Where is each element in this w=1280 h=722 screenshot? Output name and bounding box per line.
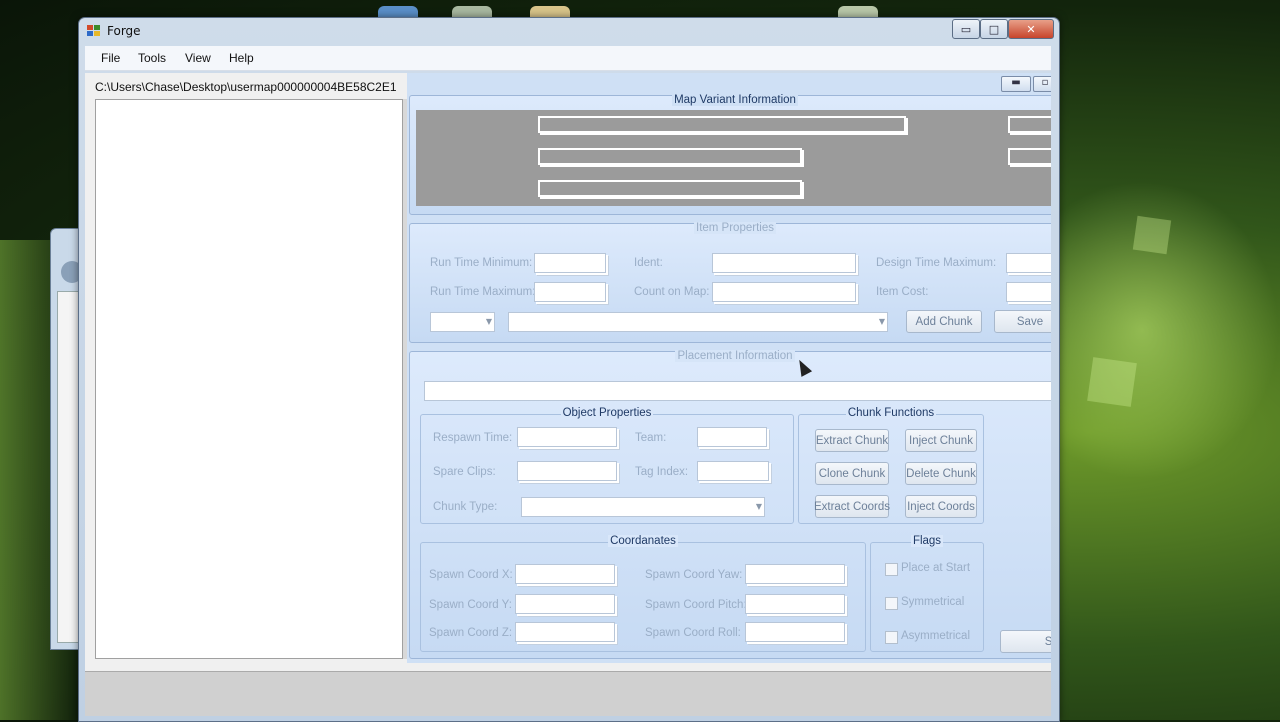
flags-group: Flags Place at Start Symmetrical Asymmet… (870, 535, 984, 652)
chunk-functions-title: Chunk Functions (845, 407, 937, 419)
tag-index-input[interactable] (697, 461, 769, 481)
spare-clips-label: Spare Clips: (433, 466, 496, 478)
flags-title: Flags (910, 535, 944, 547)
map-variant-panel: Map Variant Information (409, 94, 1051, 215)
run-time-max-input[interactable] (534, 282, 606, 302)
item-cost-input[interactable] (1006, 282, 1051, 302)
object-properties-group: Object Properties Respawn Time: Team: Sp… (420, 407, 794, 524)
placement-save-button[interactable]: Save (1000, 630, 1051, 653)
item-cost-label: Item Cost: (876, 286, 929, 298)
coordinates-group: Coordanates Spawn Coord X: Spawn Coord Y… (420, 535, 866, 652)
asymmetrical-label: Asymmetrical (901, 630, 971, 642)
chunk-select-dropdown[interactable]: ▼ (508, 312, 888, 332)
design-time-max-label: Design Time Maximum: (876, 257, 997, 269)
close-button[interactable]: ✕ (1008, 19, 1054, 39)
inject-coords-button[interactable]: Inject Coords (905, 495, 977, 518)
forge-window: Forge ▭ □ ✕ File Tools View Help C:\User… (78, 17, 1060, 722)
team-input[interactable] (697, 427, 767, 447)
map-field-right-1[interactable] (1008, 116, 1051, 133)
item-save-button[interactable]: Save (994, 310, 1051, 333)
placement-name-input[interactable] (424, 381, 1051, 401)
mdi-child-window: ▬ ▫ Map Variant Information Item Propert… (407, 73, 1051, 663)
file-path: C:\Users\Chase\Desktop\usermap000000004B… (95, 80, 397, 94)
status-bar (85, 671, 1051, 716)
team-label: Team: (635, 432, 667, 444)
spawn-pitch-label: Spawn Coord Pitch: (645, 599, 747, 611)
add-chunk-button[interactable]: Add Chunk (906, 310, 982, 333)
spawn-yaw-label: Spawn Coord Yaw: (645, 569, 743, 581)
run-time-min-label: Run Time Minimum: (430, 257, 533, 269)
menu-bar: File Tools View Help (85, 46, 1051, 71)
count-on-map-label: Count on Map: (634, 286, 710, 298)
client-area: C:\Users\Chase\Desktop\usermap000000004B… (85, 73, 1051, 716)
spawn-roll-label: Spawn Coord Roll: (645, 627, 741, 639)
item-properties-panel: Item Properties Run Time Minimum: Ident:… (409, 222, 1051, 343)
spawn-pitch-input[interactable] (745, 594, 845, 614)
window-title: Forge (107, 24, 141, 38)
spawn-yaw-input[interactable] (745, 564, 845, 584)
chunk-tree-view[interactable] (95, 99, 403, 659)
desktop-decor (1087, 357, 1137, 407)
desktop-decor (1132, 215, 1172, 255)
respawn-time-input[interactable] (517, 427, 617, 447)
symmetrical-checkbox[interactable] (885, 597, 898, 610)
menu-help[interactable]: Help (229, 51, 254, 65)
chunk-type-label: Chunk Type: (433, 501, 498, 513)
spawn-z-input[interactable] (515, 622, 615, 642)
design-time-max-input[interactable] (1006, 253, 1051, 273)
delete-chunk-button[interactable]: Delete Chunk (905, 462, 977, 485)
close-icon: ✕ (1026, 22, 1036, 36)
object-properties-title: Object Properties (560, 407, 654, 419)
extract-chunk-button[interactable]: Extract Chunk (815, 429, 889, 452)
count-on-map-input[interactable] (712, 282, 856, 302)
minimize-icon: ▭ (960, 22, 972, 36)
map-description-field[interactable] (538, 148, 802, 165)
map-field-right-2[interactable] (1008, 148, 1051, 165)
spawn-x-label: Spawn Coord X: (429, 569, 513, 581)
app-icon (87, 25, 100, 37)
mdi-minimize-button[interactable]: ▬ (1001, 76, 1031, 92)
placement-information-title: Placement Information (675, 350, 795, 362)
menu-view[interactable]: View (185, 51, 211, 65)
placement-information-panel: Placement Information Object Properties … (409, 350, 1051, 659)
spare-clips-input[interactable] (517, 461, 617, 481)
chunk-functions-group: Chunk Functions Extract Chunk Inject Chu… (798, 407, 984, 524)
map-variant-title: Map Variant Information (672, 94, 798, 106)
chunk-index-dropdown[interactable]: ▼ (430, 312, 495, 332)
ident-input[interactable] (712, 253, 856, 273)
map-author-field[interactable] (538, 180, 802, 197)
dropdown-arrow-icon: ▼ (755, 502, 762, 511)
ident-label: Ident: (634, 257, 663, 269)
inject-chunk-button[interactable]: Inject Chunk (905, 429, 977, 452)
spawn-y-input[interactable] (515, 594, 615, 614)
spawn-y-label: Spawn Coord Y: (429, 599, 512, 611)
map-name-field[interactable] (538, 116, 906, 133)
minimize-button[interactable]: ▭ (952, 19, 980, 39)
extract-coords-button[interactable]: Extract Coords (814, 495, 890, 518)
spawn-x-input[interactable] (515, 564, 615, 584)
run-time-max-label: Run Time Maximum: (430, 286, 536, 298)
maximize-button[interactable]: □ (980, 19, 1008, 39)
spawn-z-label: Spawn Coord Z: (429, 627, 513, 639)
menu-file[interactable]: File (101, 51, 120, 65)
place-at-start-checkbox[interactable] (885, 563, 898, 576)
symmetrical-label: Symmetrical (901, 596, 965, 608)
respawn-time-label: Respawn Time: (433, 432, 513, 444)
clone-chunk-button[interactable]: Clone Chunk (815, 462, 889, 485)
menu-tools[interactable]: Tools (138, 51, 166, 65)
chunk-type-dropdown[interactable]: ▼ (521, 497, 765, 517)
run-time-min-input[interactable] (534, 253, 606, 273)
asymmetrical-checkbox[interactable] (885, 631, 898, 644)
dropdown-arrow-icon: ▼ (485, 317, 492, 326)
place-at-start-label: Place at Start (901, 562, 971, 574)
item-properties-title: Item Properties (694, 222, 776, 234)
tag-index-label: Tag Index: (635, 466, 689, 478)
mdi-restore-button[interactable]: ▫ (1033, 76, 1051, 92)
spawn-roll-input[interactable] (745, 622, 845, 642)
dropdown-arrow-icon: ▼ (878, 317, 885, 326)
coordinates-title: Coordanates (608, 535, 678, 547)
maximize-icon: □ (988, 22, 1000, 36)
title-bar[interactable]: Forge ▭ □ ✕ (79, 18, 1059, 44)
